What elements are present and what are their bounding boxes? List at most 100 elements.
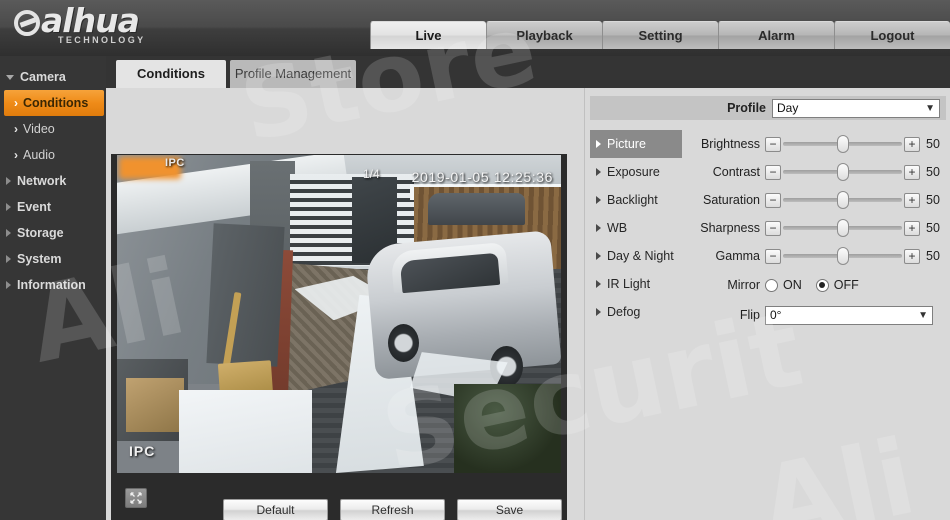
sidebar-item-camera[interactable]: Camera [0,64,106,90]
sidebar-label-network: Network [17,174,67,188]
column-divider [584,88,585,520]
saturation-label: Saturation [703,193,760,207]
sidebar-item-storage[interactable]: Storage [0,220,106,246]
subnav-item-picture[interactable]: Picture [590,130,682,158]
contrast-decrease-button[interactable]: − [765,164,781,180]
saturation-decrease-button[interactable]: − [765,192,781,208]
main-area: Conditions Profile Management IPC 1/4 20… [106,56,950,520]
chevron-down-icon: ▼ [925,102,935,114]
brightness-slider[interactable] [783,135,902,153]
sidebar-item-audio[interactable]: › Audio [0,142,106,168]
subnav-item-wb[interactable]: WB [590,214,682,242]
subnav-item-day-night[interactable]: Day & Night [590,242,682,270]
default-button[interactable]: Default [223,499,328,520]
camera-web-ui: alhua TECHNOLOGY Live Playback Setting A… [0,0,950,520]
sharpness-increase-button[interactable]: + [904,220,920,236]
mirror-off-radio[interactable] [815,278,829,292]
sidebar: Camera › Conditions › Video › Audio Netw… [0,56,106,520]
saturation-slider-thumb[interactable] [836,191,849,209]
sidebar-item-video[interactable]: › Video [0,116,106,142]
nav-tab-logout[interactable]: Logout [834,21,950,49]
osd-timestamp: 2019-01-05 12:25:36 [411,169,553,185]
brightness-increase-button[interactable]: + [904,136,920,152]
sidebar-item-information[interactable]: Information [0,272,106,298]
brightness-label: Brightness [700,137,760,151]
gamma-value: 50 [926,249,940,263]
chevron-right-icon: › [14,148,18,162]
subnav-label-day-night: Day & Night [607,249,674,263]
profile-bar: Profile Day ▼ [590,96,946,120]
top-nav: Live Playback Setting Alarm Logout [370,21,950,49]
sidebar-item-conditions[interactable]: › Conditions [4,90,104,116]
caret-right-icon [6,203,11,211]
contrast-slider[interactable] [783,163,902,181]
caret-right-icon [6,281,11,289]
sidebar-label-audio: Audio [23,148,55,162]
sidebar-label-camera: Camera [20,70,66,84]
contrast-slider-thumb[interactable] [836,163,849,181]
sharpness-decrease-button[interactable]: − [765,220,781,236]
gamma-slider-thumb[interactable] [836,247,849,265]
content-tabbar: Conditions Profile Management [106,56,950,88]
nav-tab-alarm[interactable]: Alarm [718,21,834,49]
saturation-value: 50 [926,193,940,207]
profile-label: Profile [727,101,766,115]
caret-right-icon [6,229,11,237]
tab-conditions[interactable]: Conditions [116,60,226,88]
brightness-slider-thumb[interactable] [836,135,849,153]
logo-wordmark: alhua [14,4,146,38]
gamma-increase-button[interactable]: + [904,248,920,264]
sharpness-slider[interactable] [783,219,902,237]
refresh-button[interactable]: Refresh [340,499,445,520]
nav-tab-playback[interactable]: Playback [486,21,602,49]
subnav-item-backlight[interactable]: Backlight [590,186,682,214]
sidebar-label-storage: Storage [17,226,64,240]
subnav-label-exposure: Exposure [607,165,660,179]
logo-circle-icon [14,10,40,36]
brightness-decrease-button[interactable]: − [765,136,781,152]
action-buttons: Default Refresh Save [106,499,562,520]
triangle-right-icon [596,168,601,176]
picture-controls: Brightness − + 50 Contrast − + 50 Satura… [682,130,950,330]
contrast-value: 50 [926,165,940,179]
gamma-slider[interactable] [783,247,902,265]
saturation-row: Saturation − + 50 [686,186,950,214]
tab-profile-management[interactable]: Profile Management [230,60,356,88]
sidebar-item-event[interactable]: Event [0,194,106,220]
triangle-right-icon [596,196,601,204]
sidebar-label-video: Video [23,122,55,136]
chevron-right-icon: › [14,122,18,136]
dahua-logo: alhua TECHNOLOGY [14,4,146,50]
triangle-right-icon [596,252,601,260]
mirror-off-label: OFF [833,278,859,292]
flip-label: Flip [739,308,760,322]
profile-select[interactable]: Day ▼ [772,98,940,118]
flip-select[interactable]: 0° ▼ [765,305,933,325]
subnav-item-ir-light[interactable]: IR Light [590,270,682,298]
live-video-preview[interactable]: IPC 1/4 2019-01-05 12:25:36 IPC [117,155,561,473]
brightness-row: Brightness − + 50 [686,130,950,158]
mirror-label: Mirror [727,278,760,292]
sharpness-label: Sharpness [700,221,760,235]
triangle-right-icon [596,308,601,316]
saturation-increase-button[interactable]: + [904,192,920,208]
sidebar-item-network[interactable]: Network [0,168,106,194]
mirror-on-label: ON [783,278,802,292]
saturation-slider[interactable] [783,191,902,209]
sharpness-value: 50 [926,221,940,235]
video-osd-overlay: IPC 1/4 2019-01-05 12:25:36 IPC [117,155,561,473]
sidebar-label-system: System [17,252,62,266]
save-button[interactable]: Save [457,499,562,520]
nav-tab-setting[interactable]: Setting [602,21,718,49]
sidebar-item-system[interactable]: System [0,246,106,272]
mirror-on-radio[interactable] [765,278,778,292]
nav-tab-live[interactable]: Live [370,21,486,49]
gamma-decrease-button[interactable]: − [765,248,781,264]
mirror-row: Mirror ON OFF [686,270,950,300]
subnav-label-defog: Defog [607,305,641,319]
brightness-value: 50 [926,137,940,151]
subnav-item-defog[interactable]: Defog [590,298,682,326]
subnav-item-exposure[interactable]: Exposure [590,158,682,186]
sharpness-slider-thumb[interactable] [836,219,849,237]
contrast-increase-button[interactable]: + [904,164,920,180]
